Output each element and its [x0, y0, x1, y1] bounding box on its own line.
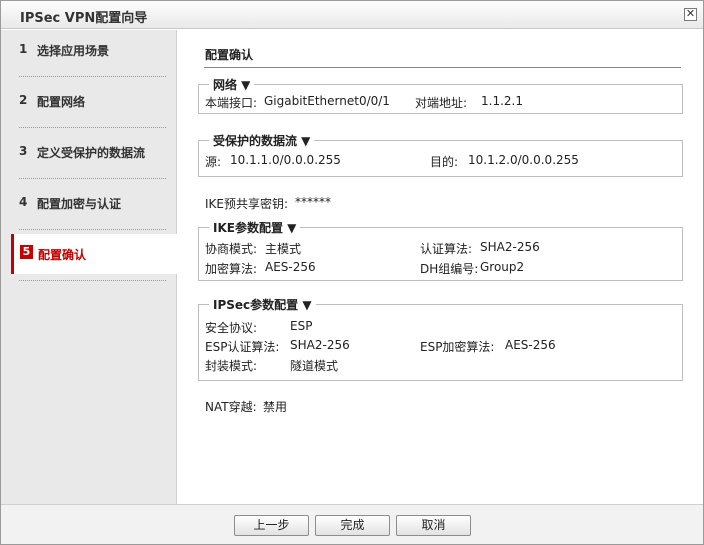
step-divider	[19, 178, 166, 179]
step-select-scenario[interactable]: 1 选择应用场景	[11, 30, 176, 70]
step-configure-network[interactable]: 2 配置网络	[11, 81, 176, 121]
step-number: 3	[19, 144, 28, 158]
step-divider	[19, 76, 166, 77]
page-title: 配置确认	[205, 48, 254, 62]
finish-button[interactable]: 完成	[315, 515, 390, 536]
source-label: 源:	[205, 155, 222, 169]
wizard-steps-sidebar: 1 选择应用场景 2 配置网络 3 定义受保护的数据流 4 配置加密与认证 5 …	[1, 30, 177, 504]
source-value: 10.1.1.0/0.0.0.255	[230, 153, 341, 167]
encryption-algorithm-label: 加密算法:	[205, 262, 258, 276]
step-label: 配置网络	[37, 95, 86, 109]
destination-value: 10.1.2.0/0.0.0.255	[468, 153, 579, 167]
ike-params-group: IKE参数配置 ▼ 协商模式: 主模式 认证算法: SHA2-256 加密算法:…	[198, 219, 683, 281]
peer-address-value: 1.1.2.1	[481, 94, 523, 108]
ike-psk-value: ******	[295, 195, 331, 209]
window-title: IPSec VPN配置向导	[20, 11, 148, 26]
local-interface-value: GigabitEthernet0/0/1	[264, 94, 390, 108]
destination-label: 目的:	[430, 155, 459, 169]
step-configure-encryption-auth[interactable]: 4 配置加密与认证	[11, 183, 176, 223]
negotiation-mode-label: 协商模式:	[205, 242, 258, 256]
wizard-footer: 上一步 完成 取消	[1, 504, 703, 544]
security-protocol-label: 安全协议:	[205, 321, 258, 335]
esp-auth-algorithm-value: SHA2-256	[290, 338, 350, 352]
step-divider	[19, 280, 166, 281]
encapsulation-mode-label: 封装模式:	[205, 359, 258, 373]
protected-flow-group-legend[interactable]: 受保护的数据流 ▼	[209, 132, 315, 149]
title-divider	[204, 67, 681, 68]
active-step-badge: 5	[20, 245, 33, 259]
step-number: 4	[19, 195, 28, 209]
step-label: 配置确认	[38, 248, 87, 262]
step-divider	[19, 229, 166, 230]
protected-flow-group: 受保护的数据流 ▼ 源: 10.1.1.0/0.0.0.255 目的: 10.1…	[198, 132, 683, 177]
esp-encryption-algorithm-value: AES-256	[505, 338, 556, 352]
step-confirm-config[interactable]: 5 配置确认	[11, 234, 177, 274]
step-define-protected-flow[interactable]: 3 定义受保护的数据流	[11, 132, 176, 172]
auth-algorithm-label: 认证算法:	[420, 242, 473, 256]
step-divider	[19, 127, 166, 128]
esp-auth-algorithm-label: ESP认证算法:	[205, 340, 280, 354]
previous-step-button[interactable]: 上一步	[234, 515, 309, 536]
step-label: 选择应用场景	[37, 44, 110, 58]
ipsec-params-group: IPSec参数配置 ▼ 安全协议: ESP ESP认证算法: SHA2-256 …	[198, 296, 683, 381]
encapsulation-mode-value: 隧道模式	[290, 359, 339, 373]
step-label: 定义受保护的数据流	[37, 146, 146, 160]
ipsec-params-group-legend[interactable]: IPSec参数配置 ▼	[209, 296, 316, 313]
local-interface-label: 本端接口:	[205, 96, 258, 110]
nat-traversal-value: 禁用	[263, 400, 288, 414]
peer-address-label: 对端地址:	[415, 96, 468, 110]
dh-group-value: Group2	[480, 260, 525, 274]
security-protocol-value: ESP	[290, 319, 313, 333]
auth-algorithm-value: SHA2-256	[480, 240, 540, 254]
network-group: 网络 ▼ 本端接口: GigabitEthernet0/0/1 对端地址: 1.…	[198, 76, 683, 114]
ike-params-group-legend[interactable]: IKE参数配置 ▼	[209, 219, 301, 236]
step-number: 1	[19, 42, 28, 56]
wizard-window: IPSec VPN配置向导 ✕ 1 选择应用场景 2 配置网络 3 定义受保护的…	[0, 0, 704, 545]
step-label: 配置加密与认证	[37, 197, 122, 211]
dh-group-label: DH组编号:	[420, 262, 479, 276]
step-number: 2	[19, 93, 28, 107]
esp-encryption-algorithm-label: ESP加密算法:	[420, 340, 495, 354]
network-group-legend[interactable]: 网络 ▼	[209, 76, 255, 93]
encryption-algorithm-value: AES-256	[265, 260, 316, 274]
confirm-panel: 配置确认 网络 ▼ 本端接口: GigabitEthernet0/0/1 对端地…	[178, 30, 703, 504]
title-bar: IPSec VPN配置向导 ✕	[1, 1, 703, 29]
nat-traversal-label: NAT穿越:	[205, 400, 257, 414]
ike-psk-label: IKE预共享密钥:	[205, 197, 289, 211]
negotiation-mode-value: 主模式	[265, 242, 302, 256]
cancel-button[interactable]: 取消	[396, 515, 471, 536]
close-icon[interactable]: ✕	[684, 8, 697, 21]
